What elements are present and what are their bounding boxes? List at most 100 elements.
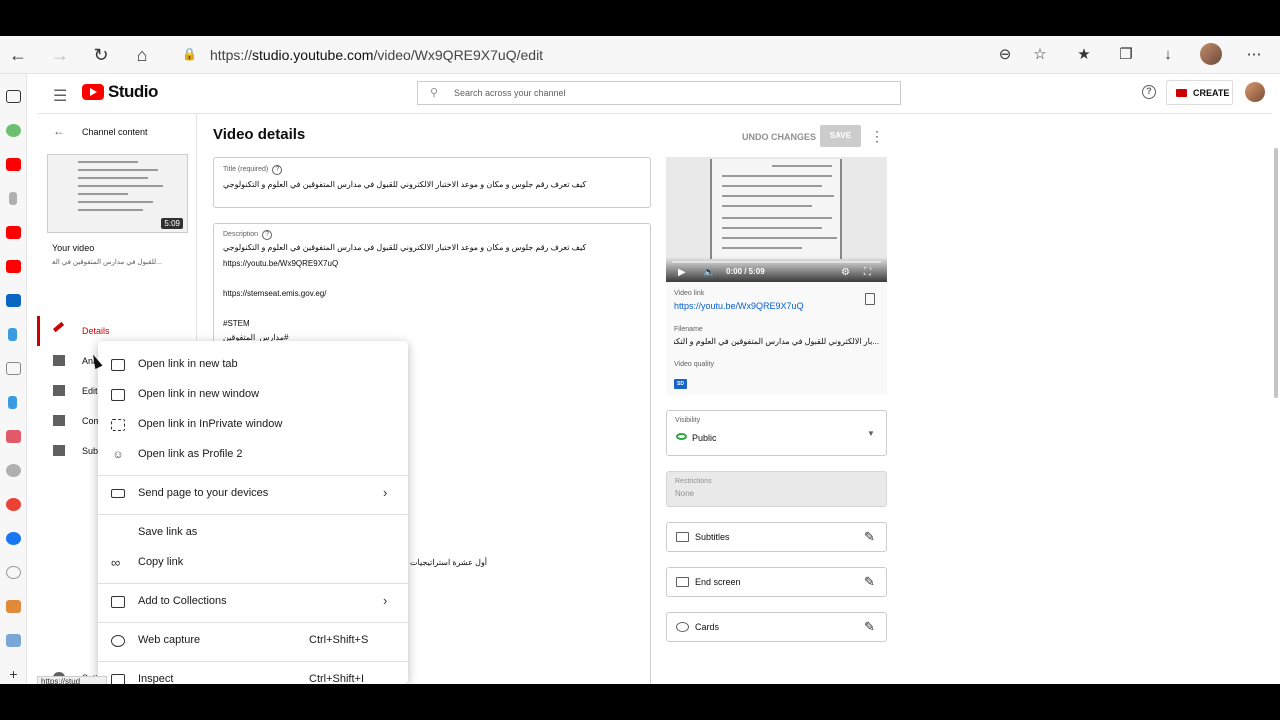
downloads-icon[interactable]: ↓ <box>1158 45 1178 65</box>
menu-item-open-inprivate[interactable]: Open link in InPrivate window <box>98 410 408 440</box>
menu-item-open-new-tab[interactable]: Open link in new tab <box>98 350 408 380</box>
title-field-label: Title (required)? <box>223 165 283 175</box>
refresh-icon[interactable]: ↻ <box>90 44 112 66</box>
google-icon[interactable] <box>6 498 21 511</box>
address-bar[interactable]: 🔒 https://studio.youtube.com/video/Wx9QR… <box>170 41 1060 69</box>
back-icon[interactable]: ← <box>7 44 29 66</box>
app-icon[interactable] <box>9 192 17 205</box>
app-icon[interactable] <box>6 600 21 613</box>
search-input[interactable]: ⚲ Search across your channel <box>417 81 901 105</box>
cards-row[interactable]: Cards ✎ <box>666 612 887 642</box>
add-favorite-icon[interactable]: ☆ <box>1030 45 1050 65</box>
menu-item-copy-link[interactable]: ∞ Copy link <box>98 548 408 578</box>
subtitles-icon <box>676 532 689 542</box>
home-icon[interactable]: ⌂ <box>131 44 153 66</box>
progress-bar[interactable] <box>672 261 881 263</box>
help-icon[interactable]: ? <box>272 165 283 175</box>
menu-icon[interactable]: ☰ <box>53 86 67 106</box>
zoom-out-icon[interactable]: ⊖ <box>995 45 1015 65</box>
video-thumbnail[interactable]: 5:09 <box>47 154 188 233</box>
comments-icon <box>53 415 65 426</box>
menu-item-send-to-devices[interactable]: Send page to your devices › <box>98 479 408 509</box>
menu-divider <box>98 583 408 584</box>
description-line: كيف تعرف رقم جلوس و مكان و موعد الاختبار… <box>223 243 587 252</box>
sidebar-item-label: Details <box>82 326 110 336</box>
more-menu-icon[interactable]: ⋯ <box>1244 45 1264 65</box>
play-icon[interactable]: ▶ <box>678 267 686 278</box>
edit-pencil-icon[interactable]: ✎ <box>864 574 875 590</box>
scrollbar-thumb[interactable] <box>1274 148 1278 398</box>
cards-info-icon <box>676 622 689 632</box>
eye-icon <box>676 433 687 440</box>
whatsapp-icon[interactable] <box>6 124 21 137</box>
menu-item-save-link-as[interactable]: Save link as <box>98 518 408 548</box>
title-input[interactable]: كيف تعرف رقم جلوس و مكان و موعد الاختبار… <box>223 179 643 191</box>
player-controls: ▶ 🔈 0:00 / 5:09 ⚙ ⛶ <box>666 257 887 282</box>
app-icon[interactable] <box>6 634 21 647</box>
description-field-label: Description? <box>223 230 273 240</box>
status-bar-url: https://stud <box>37 676 107 684</box>
video-camera-icon <box>1176 89 1187 97</box>
video-link[interactable]: https://youtu.be/Wx9QRE9X7uQ <box>674 301 804 311</box>
web-capture-icon <box>111 635 125 647</box>
channel-content-link[interactable]: Channel content <box>82 127 148 137</box>
linkedin-icon[interactable] <box>6 294 21 307</box>
volume-icon[interactable]: 🔈 <box>703 267 715 278</box>
video-player[interactable]: ▶ 🔈 0:00 / 5:09 ⚙ ⛶ <box>666 157 887 282</box>
studio-logo[interactable]: Studio <box>108 82 158 102</box>
tabs-icon[interactable] <box>6 90 21 103</box>
youtube-logo-icon[interactable] <box>82 84 104 100</box>
menu-item-open-new-window[interactable]: Open link in new window <box>98 380 408 410</box>
app-icon[interactable] <box>6 430 21 443</box>
favorites-icon[interactable]: ★ <box>1074 45 1094 65</box>
menu-item-shortcut: Ctrl+Shift+S <box>309 634 369 646</box>
inprivate-icon <box>111 419 125 431</box>
edit-pencil-icon[interactable]: ✎ <box>864 619 875 635</box>
menu-item-web-capture[interactable]: Web capture Ctrl+Shift+S <box>98 626 408 656</box>
fullscreen-icon[interactable]: ⛶ <box>864 267 871 278</box>
more-options-icon[interactable]: ⋮ <box>870 128 884 145</box>
menu-item-open-as-profile[interactable]: ☺ Open link as Profile 2 <box>98 440 408 470</box>
add-icon[interactable]: + <box>6 667 21 681</box>
edge-sidebar: + <box>0 74 27 684</box>
studio-header: ☰ Studio ⚲ Search across your channel ? … <box>37 74 1280 114</box>
end-screen-row[interactable]: End screen ✎ <box>666 567 887 597</box>
profile-icon: ☺ <box>112 449 124 461</box>
browser-toolbar: ← → ↻ ⌂ 🔒 https://studio.youtube.com/vid… <box>0 36 1280 74</box>
bing-icon[interactable] <box>8 328 17 341</box>
facebook-icon[interactable] <box>6 532 21 545</box>
forward-icon[interactable]: → <box>49 44 71 66</box>
save-button[interactable]: SAVE <box>820 125 861 147</box>
settings-gear-icon[interactable]: ⚙ <box>841 267 850 278</box>
undo-changes-button[interactable]: UNDO CHANGES <box>742 132 816 142</box>
youtube-tab-icon[interactable] <box>6 226 21 239</box>
menu-item-label: Save link as <box>138 526 198 538</box>
copy-icon[interactable] <box>865 293 875 305</box>
filename-value: ...بار الالكتروني للقبول في مدارس المتفو… <box>674 337 879 346</box>
edit-pencil-icon[interactable]: ✎ <box>864 529 875 545</box>
youtube-tab-icon[interactable] <box>6 158 21 171</box>
youtube-tab-icon[interactable] <box>6 260 21 273</box>
help-icon[interactable]: ? <box>1142 85 1156 99</box>
menu-item-inspect[interactable]: Inspect Ctrl+Shift+I <box>98 665 408 684</box>
bing-icon[interactable] <box>8 396 17 409</box>
title-field[interactable]: Title (required)? كيف تعرف رقم جلوس و مك… <box>213 157 651 208</box>
collections-icon[interactable]: ❐ <box>1116 45 1136 65</box>
help-icon[interactable]: ? <box>262 230 273 240</box>
app-icon[interactable] <box>6 362 21 375</box>
create-button[interactable]: CREATE <box>1166 80 1233 105</box>
sd-quality-badge: SD <box>674 379 687 389</box>
visibility-dropdown[interactable]: Visibility Public ▼ <box>666 410 887 456</box>
menu-item-add-to-collections[interactable]: Add to Collections › <box>98 587 408 617</box>
browser-profile-avatar[interactable] <box>1200 43 1222 65</box>
app-icon[interactable] <box>6 566 21 579</box>
create-label: CREATE <box>1193 88 1230 98</box>
duration-badge: 5:09 <box>161 218 183 229</box>
back-arrow-icon[interactable]: ← <box>53 124 65 138</box>
app-icon[interactable] <box>6 464 21 477</box>
end-screen-icon <box>676 577 689 587</box>
menu-divider <box>98 661 408 662</box>
subtitles-row[interactable]: Subtitles ✎ <box>666 522 887 552</box>
menu-item-label: Open link in InPrivate window <box>138 418 283 430</box>
avatar[interactable] <box>1245 82 1265 102</box>
